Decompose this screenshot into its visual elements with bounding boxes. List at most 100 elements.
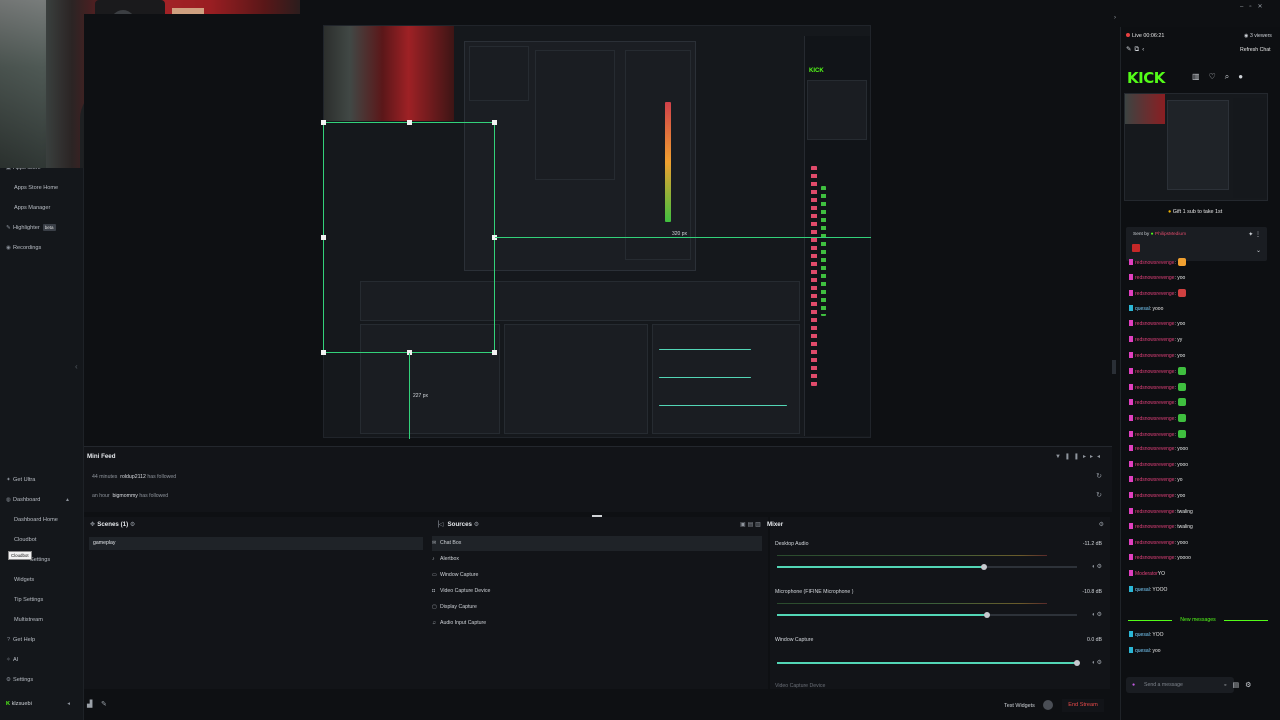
popout-icon[interactable]: ⧉ [1134, 46, 1142, 53]
volume-slider[interactable] [777, 612, 1077, 618]
avatar[interactable]: ● [1238, 72, 1252, 81]
mixer-controls[interactable]: ◖ ⚙ [1091, 659, 1102, 666]
chat-message: redsnowsrevenge: yy [1129, 336, 1182, 343]
mixer-channel-label: Microphone (FIFINE Microphone ) [775, 589, 854, 595]
sidebar-item-cloudbot[interactable]: Cloudbot [0, 531, 84, 549]
badge-icon [1129, 336, 1133, 342]
gear-icon[interactable]: ⚙ [1097, 660, 1102, 666]
mute-icon[interactable]: ◂ [1097, 454, 1104, 460]
chat-message: redsnowsrevenge: [1129, 367, 1186, 375]
sidebar-item-get-help[interactable]: ? Get Help [0, 631, 84, 649]
settings-icon[interactable]: ⚙ [130, 521, 136, 528]
preview-webcam-source[interactable] [324, 26, 454, 121]
heart-icon[interactable]: ♡ [1209, 72, 1225, 81]
sidebar-item-dashboard-home[interactable]: Dashboard Home [0, 511, 84, 529]
chevron-left-icon[interactable]: ‹ [75, 362, 78, 371]
speaker-icon[interactable]: ◖ [1091, 660, 1095, 666]
resize-handle[interactable] [321, 350, 326, 355]
sidebar-item-apps-store-home[interactable]: Apps Store Home [0, 179, 84, 197]
sidebar-item-multistream[interactable]: Multistream [0, 611, 84, 629]
source-item[interactable]: ♫ Audio Input Capture [432, 616, 486, 631]
volume-knob[interactable] [981, 564, 987, 570]
end-stream-button[interactable]: End Stream [1062, 699, 1104, 712]
search-icon[interactable]: ⌕ [1225, 72, 1238, 81]
skip-icon[interactable]: ▸▸ [1083, 454, 1097, 460]
chat-input[interactable]: ● Send a message [1126, 677, 1234, 693]
pause-icon[interactable]: ❚❚ [1065, 454, 1083, 460]
selection-box[interactable] [323, 122, 495, 353]
sidebar-item-apps-manager[interactable]: Apps Manager [0, 199, 84, 217]
source-item[interactable]: ✉ Chat Box [432, 536, 762, 551]
chat-input-actions[interactable]: ◦▤⚙ [1224, 681, 1257, 689]
chevron-right-icon[interactable]: › [1114, 15, 1116, 21]
gear-icon[interactable]: ⚙ [1097, 564, 1102, 570]
gift-subs-banner[interactable]: ● Gift 1 sub to take 1st [1168, 209, 1222, 215]
source-item[interactable]: ♪ Alertbox [432, 552, 459, 567]
volume-knob[interactable] [1074, 660, 1080, 666]
user-profile[interactable]: K klzsuebi ◂ [0, 697, 84, 711]
sidebar-item-highlighter[interactable]: ✎ Highlighter beta [0, 219, 84, 237]
new-messages-divider[interactable]: New messages [1128, 617, 1268, 623]
preview-chat-box[interactable]: KICK [804, 36, 870, 436]
back-icon[interactable]: ‹ [1142, 46, 1147, 53]
clipboard-icon[interactable]: ▤ [1232, 682, 1245, 689]
minimize-icon[interactable]: – [1240, 4, 1249, 10]
record-button[interactable] [1043, 700, 1053, 710]
pin-icon[interactable]: ✦ ⋮ [1248, 231, 1261, 238]
chat-message: redsnowsrevenge: yooo [1129, 445, 1188, 452]
ai-icon: ✧ [6, 657, 11, 663]
gear-icon[interactable]: ⚙ [1097, 612, 1102, 618]
settings-icon[interactable]: ⚙ [474, 521, 480, 528]
settings-icon[interactable]: ⚙ [1099, 521, 1104, 528]
volume-slider[interactable] [777, 564, 1077, 570]
dashboard-icon: ◍ [6, 497, 11, 503]
kick-header-icons[interactable]: ▥♡⌕● [1192, 72, 1252, 82]
resize-handle[interactable] [321, 120, 326, 125]
scene-item[interactable]: gameplay [89, 537, 423, 550]
chevron-down-icon[interactable]: ⌄ [1256, 247, 1261, 254]
mixer-layout-icon[interactable]: ▣ ▤ ▥ [740, 521, 761, 528]
resize-handle[interactable] [321, 235, 326, 240]
emote-picker-icon[interactable]: ● [1132, 677, 1135, 693]
speaker-icon[interactable]: ◖ [1091, 564, 1095, 570]
mixer-controls[interactable]: ◖ ⚙ [1091, 563, 1102, 570]
replay-icon[interactable]: ↻ [1096, 491, 1102, 499]
replay-icon[interactable]: ↻ [1096, 472, 1102, 480]
source-item[interactable]: ▢ Display Capture [432, 600, 477, 615]
logout-icon[interactable]: ◂ [67, 697, 70, 711]
sidebar-item-ai[interactable]: ✧ AI [0, 651, 84, 669]
resize-handle[interactable] [492, 120, 497, 125]
canvas-resize-handle[interactable] [1112, 360, 1116, 374]
refresh-chat-button[interactable]: Refresh Chat [1240, 47, 1271, 53]
test-widgets-button[interactable]: Test Widgets [1004, 703, 1035, 709]
sidebar-item-recordings[interactable]: ◉ Recordings [0, 239, 84, 257]
sidebar-item-settings[interactable]: ⚙ Settings [0, 671, 84, 689]
edit-icon[interactable]: ✎ [101, 700, 107, 708]
badge-icon [1129, 352, 1133, 358]
sidebar-item-tip-settings[interactable]: Tip Settings [0, 591, 84, 609]
speaker-icon[interactable]: ◖ [1091, 612, 1095, 618]
chat-message: redsnowsrevenge: yo [1129, 476, 1183, 483]
gear-icon[interactable]: ⚙ [1245, 682, 1257, 689]
badge-icon [1129, 476, 1133, 482]
source-item[interactable]: ▭ Window Capture [432, 568, 478, 583]
source-item[interactable]: ◘ Video Capture Device [432, 584, 490, 599]
sidebar-item-dashboard[interactable]: ◍ Dashboard ▲ [0, 491, 84, 509]
trash-icon[interactable]: ▥ [1192, 72, 1209, 81]
resize-handle[interactable] [492, 350, 497, 355]
volume-slider[interactable] [777, 660, 1080, 666]
filter-icon[interactable]: ▼ [1055, 454, 1065, 460]
scenes-menu-icon[interactable]: ✥ [90, 521, 95, 528]
sidebar-item-widgets[interactable]: Widgets [0, 571, 84, 589]
window-controls[interactable]: –▫✕ [1240, 3, 1269, 10]
mini-feed-controls[interactable]: ▼❚❚▸▸◂ [1055, 453, 1104, 460]
chat-tools[interactable]: ✎⧉‹ [1126, 45, 1147, 54]
sidebar-item-get-ultra[interactable]: ✦ Get Ultra [0, 471, 84, 489]
performance-icon[interactable]: ▟ [87, 700, 92, 708]
close-icon[interactable]: ✕ [1257, 4, 1268, 10]
volume-knob[interactable] [984, 612, 990, 618]
mixer-controls[interactable]: ◖ ⚙ [1091, 611, 1102, 618]
stream-thumbnail[interactable] [1124, 93, 1268, 201]
resize-handle[interactable] [407, 120, 412, 125]
badge-icon [1129, 445, 1133, 451]
